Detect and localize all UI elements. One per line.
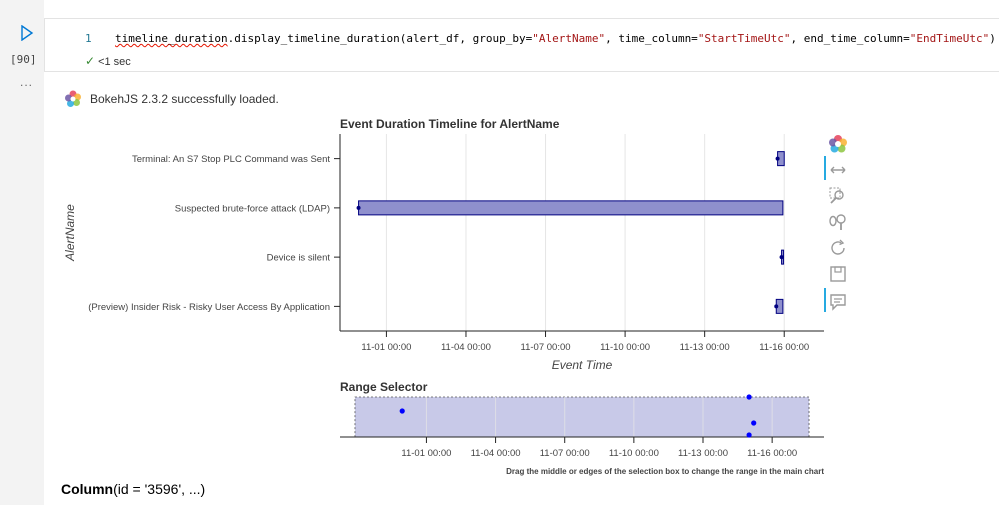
code-string-groupby: "AlertName": [532, 32, 606, 45]
bar-start-marker: [775, 156, 780, 161]
range-data-point: [746, 394, 752, 400]
column-repr-output: Column(id = '3596', ...): [61, 481, 205, 497]
code-close-paren: ): [989, 32, 996, 45]
pan-icon[interactable]: [828, 160, 848, 180]
code-line[interactable]: timeline_duration.display_timeline_durat…: [115, 32, 996, 45]
box-zoom-icon[interactable]: [828, 186, 848, 206]
x-tick-label: 11-13 00:00: [678, 448, 728, 459]
range-data-point: [746, 432, 752, 438]
y-tick-label: (Preview) Insider Risk - Risky User Acce…: [88, 302, 330, 313]
chart-toolbar: [824, 134, 850, 324]
code-cell-editor[interactable]: 1 timeline_duration.display_timeline_dur…: [44, 18, 999, 72]
x-tick-label: 11-16 00:00: [747, 448, 797, 459]
x-tick-label: 11-04 00:00: [441, 342, 491, 353]
x-tick-label: 11-16 00:00: [759, 342, 809, 353]
x-tick-label: 11-04 00:00: [471, 448, 521, 459]
cell-gutter: [90] ...: [0, 0, 44, 505]
x-tick-label: 11-07 00:00: [521, 342, 571, 353]
x-tick-label: 11-07 00:00: [540, 448, 590, 459]
execution-status: ✓ <1 sec: [85, 54, 131, 68]
code-arg-end-column: , end_time_column=: [790, 32, 910, 45]
cell-output: BokehJS 2.3.2 successfully loaded. Event…: [44, 80, 999, 505]
range-selection-box: [354, 396, 810, 438]
range-selector-title: Range Selector: [340, 380, 428, 394]
hover-icon[interactable]: [828, 292, 848, 312]
bar-start-marker: [356, 205, 361, 210]
x-tick-label: 11-10 00:00: [609, 448, 659, 459]
x-tick-label: 11-10 00:00: [600, 342, 650, 353]
y-axis-label: AlertName: [63, 204, 77, 262]
run-cell-icon[interactable]: [20, 25, 34, 41]
code-string-start: "StartTimeUtc": [697, 32, 791, 45]
y-tick-label: Terminal: An S7 Stop PLC Command was Sen…: [132, 154, 330, 165]
x-tick-label: 11-13 00:00: [680, 342, 730, 353]
code-string-end: "EndTimeUtc": [909, 32, 990, 45]
bokeh-logo-icon[interactable]: [828, 134, 848, 154]
save-icon[interactable]: [828, 264, 848, 284]
code-arg-time-column: , time_column=: [605, 32, 698, 45]
active-tool-indicator: [824, 156, 826, 180]
y-tick-label: Suspected brute-force attack (LDAP): [175, 203, 330, 214]
timeline-bar: [358, 200, 784, 216]
x-tick-label: 11-01 00:00: [361, 342, 411, 353]
column-repr-args: (id = '3596', ...): [113, 481, 206, 497]
range-data-point: [751, 420, 757, 426]
execution-time: <1 sec: [98, 56, 131, 68]
range-data-point: [399, 408, 405, 414]
timeline-chart[interactable]: Terminal: An S7 Stop PLC Command was Sen…: [44, 80, 999, 380]
code-module-name: timeline_duration: [115, 32, 228, 45]
column-repr-name: Column: [61, 481, 114, 497]
bar-start-marker: [779, 255, 784, 260]
y-tick-label: Device is silent: [267, 253, 331, 264]
line-number: 1: [85, 32, 92, 45]
bar-start-marker: [774, 304, 779, 309]
wheel-zoom-icon[interactable]: [828, 212, 848, 232]
execution-count: [90]: [10, 53, 37, 66]
active-tool-indicator: [824, 288, 826, 312]
check-icon: ✓: [85, 54, 96, 68]
more-actions-icon[interactable]: ...: [20, 75, 33, 89]
range-selector-help-text: Drag the middle or edges of the selectio…: [506, 467, 824, 476]
reset-icon[interactable]: [828, 238, 848, 258]
x-axis-label: Event Time: [552, 358, 613, 372]
code-call: .display_timeline_duration(alert_df, gro…: [227, 32, 533, 45]
x-tick-label: 11-01 00:00: [401, 448, 451, 459]
